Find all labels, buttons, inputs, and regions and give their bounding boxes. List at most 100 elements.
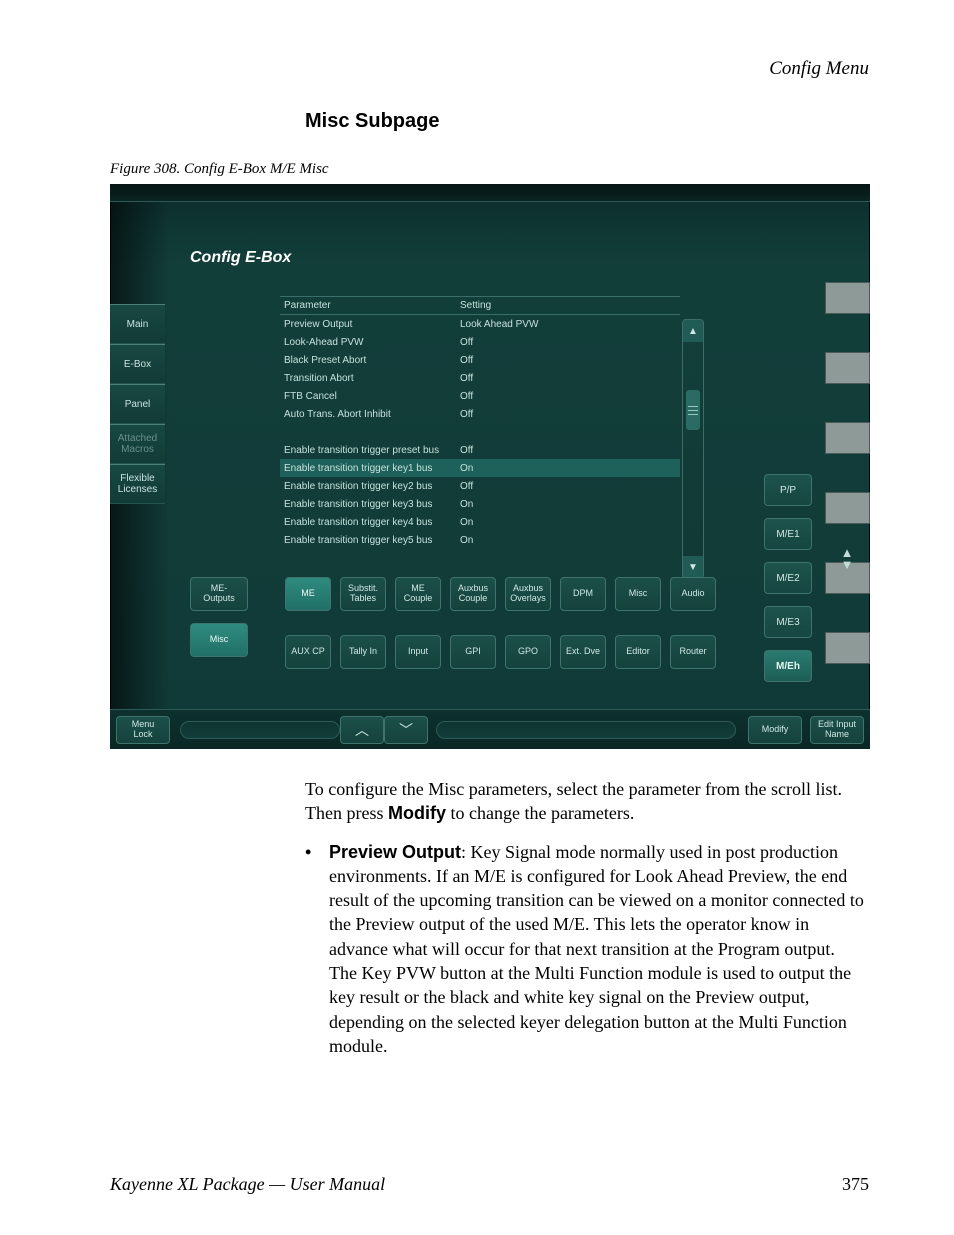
col-setting: Setting <box>460 300 680 311</box>
body-p1b: to change the parameters. <box>446 803 634 823</box>
grid-auxcp-button[interactable]: AUX CP <box>285 635 331 669</box>
left-tab-strip: Main E-Box Panel Attached Macros Flexibl… <box>110 304 165 504</box>
left-tab-panel[interactable]: Panel <box>110 384 165 424</box>
grid-me-couple-button[interactable]: ME Couple <box>395 577 441 611</box>
table-spacer <box>280 423 680 441</box>
scroll-up-button[interactable]: ▲ <box>683 320 703 342</box>
cell-param: Black Preset Abort <box>280 355 460 366</box>
table-row[interactable]: Preview OutputLook Ahead PVW <box>280 315 680 333</box>
grid-audio-button[interactable]: Audio <box>670 577 716 611</box>
cell-param: Transition Abort <box>280 373 460 384</box>
edit-input-name-button[interactable]: Edit InputName <box>810 716 864 744</box>
cell-setting: Off <box>460 481 680 492</box>
cell-setting: Look Ahead PVW <box>460 319 680 330</box>
cell-setting: Off <box>460 445 680 456</box>
body-text: To configure the Misc parameters, select… <box>305 777 865 1058</box>
next-button[interactable]: ﹀ <box>384 716 428 744</box>
table-row[interactable]: Enable transition trigger key4 busOn <box>280 513 680 531</box>
table-row[interactable]: Enable transition trigger key1 busOn <box>280 459 680 477</box>
grid-input-button[interactable]: Input <box>395 635 441 669</box>
bullet-dot: • <box>305 840 329 1059</box>
chevron-down-icon: ﹀ <box>399 720 413 740</box>
table-row[interactable]: Transition AbortOff <box>280 369 680 387</box>
cell-param: FTB Cancel <box>280 391 460 402</box>
cell-setting: Off <box>460 337 680 348</box>
cell-setting: Off <box>460 373 680 384</box>
grid-substit-tables-button[interactable]: Substit. Tables <box>340 577 386 611</box>
grid-auxbus-couple-button[interactable]: Auxbus Couple <box>450 577 496 611</box>
table-row[interactable]: Enable transition trigger key3 busOn <box>280 495 680 513</box>
knob-slot[interactable] <box>825 492 870 524</box>
cell-param: Look-Ahead PVW <box>280 337 460 348</box>
knob-slot[interactable] <box>825 422 870 454</box>
body-p1-bold: Modify <box>388 803 446 823</box>
cell-param: Enable transition trigger preset bus <box>280 445 460 456</box>
table-row[interactable]: Look-Ahead PVWOff <box>280 333 680 351</box>
scroll-thumb[interactable] <box>686 390 700 430</box>
footer-title: Kayenne XL Package — User Manual <box>110 1174 385 1195</box>
me-outputs-button[interactable]: ME-Outputs <box>190 577 248 611</box>
grid-tallyin-button[interactable]: Tally In <box>340 635 386 669</box>
screenshot-panel: Config E-Box Main E-Box Panel Attached M… <box>110 184 870 749</box>
misc-button[interactable]: Misc <box>190 623 248 657</box>
chevron-down-icon: ▼ <box>688 562 698 573</box>
cell-setting: Off <box>460 355 680 366</box>
subpage-button-grid: ME-Outputs Misc ME Substit. Tables ME Co… <box>190 577 820 693</box>
right-knob-column <box>825 282 870 702</box>
prev-button[interactable]: ︿ <box>340 716 384 744</box>
menu-path-track <box>180 721 340 739</box>
cell-setting: On <box>460 517 680 528</box>
grid-dpm-button[interactable]: DPM <box>560 577 606 611</box>
left-tab-flexible-licenses[interactable]: Flexible Licenses <box>110 464 165 504</box>
scrollbar[interactable]: ▲ ▼ <box>682 319 704 579</box>
section-title: Misc Subpage <box>305 110 869 133</box>
grid-misc-button[interactable]: Misc <box>615 577 661 611</box>
table-row[interactable]: Black Preset AbortOff <box>280 351 680 369</box>
col-parameter: Parameter <box>280 300 460 311</box>
cell-param: Auto Trans. Abort Inhibit <box>280 409 460 420</box>
cell-param: Enable transition trigger key2 bus <box>280 481 460 492</box>
bottom-bar: MenuLock ︿ ﹀ Modify Edit InputName <box>110 709 870 749</box>
knob-slot[interactable] <box>825 282 870 314</box>
grid-gpi-button[interactable]: GPI <box>450 635 496 669</box>
left-tab-attached-macros[interactable]: Attached Macros <box>110 424 165 464</box>
table-row[interactable]: Enable transition trigger preset busOff <box>280 441 680 459</box>
left-tab-ebox[interactable]: E-Box <box>110 344 165 384</box>
page-number: 375 <box>842 1174 869 1195</box>
grid-editor-button[interactable]: Editor <box>615 635 661 669</box>
knob-slot[interactable] <box>825 632 870 664</box>
modify-button[interactable]: Modify <box>748 716 802 744</box>
menu-lock-button[interactable]: MenuLock <box>116 716 170 744</box>
grid-extdve-button[interactable]: Ext. Dve <box>560 635 606 669</box>
grid-router-button[interactable]: Router <box>670 635 716 669</box>
table-row[interactable]: Auto Trans. Abort InhibitOff <box>280 405 680 423</box>
bullet-rest: : Key Signal mode normally used in post … <box>329 842 864 1056</box>
grid-auxbus-overlays-button[interactable]: Auxbus Overlays <box>505 577 551 611</box>
grid-gpo-button[interactable]: GPO <box>505 635 551 669</box>
cell-param: Preview Output <box>280 319 460 330</box>
cell-setting: On <box>460 535 680 546</box>
page-footer: Kayenne XL Package — User Manual 375 <box>110 1174 869 1195</box>
panel-title: Config E-Box <box>190 249 291 267</box>
knob-slot[interactable] <box>825 352 870 384</box>
table-row[interactable]: Enable transition trigger key2 busOff <box>280 477 680 495</box>
table-row[interactable]: FTB CancelOff <box>280 387 680 405</box>
cell-setting: On <box>460 463 680 474</box>
chevron-down-icon: ▼ <box>841 559 854 571</box>
left-tab-main[interactable]: Main <box>110 304 165 344</box>
parameter-table: Parameter Setting Preview OutputLook Ahe… <box>280 296 680 549</box>
spacer-track <box>436 721 736 739</box>
chevron-up-icon: ▲ <box>688 326 698 337</box>
updown-control[interactable]: ▲ ▼ <box>832 544 862 574</box>
table-row[interactable]: Enable transition trigger key5 busOn <box>280 531 680 549</box>
grid-me-button[interactable]: ME <box>285 577 331 611</box>
scroll-down-button[interactable]: ▼ <box>683 556 703 578</box>
cell-param: Enable transition trigger key4 bus <box>280 517 460 528</box>
cell-setting: On <box>460 499 680 510</box>
cell-setting: Off <box>460 409 680 420</box>
chevron-up-icon: ︿ <box>355 720 369 740</box>
me-pp-button[interactable]: P/P <box>764 474 812 506</box>
window-titlebar <box>110 184 870 202</box>
cell-param: Enable transition trigger key1 bus <box>280 463 460 474</box>
me1-button[interactable]: M/E1 <box>764 518 812 550</box>
